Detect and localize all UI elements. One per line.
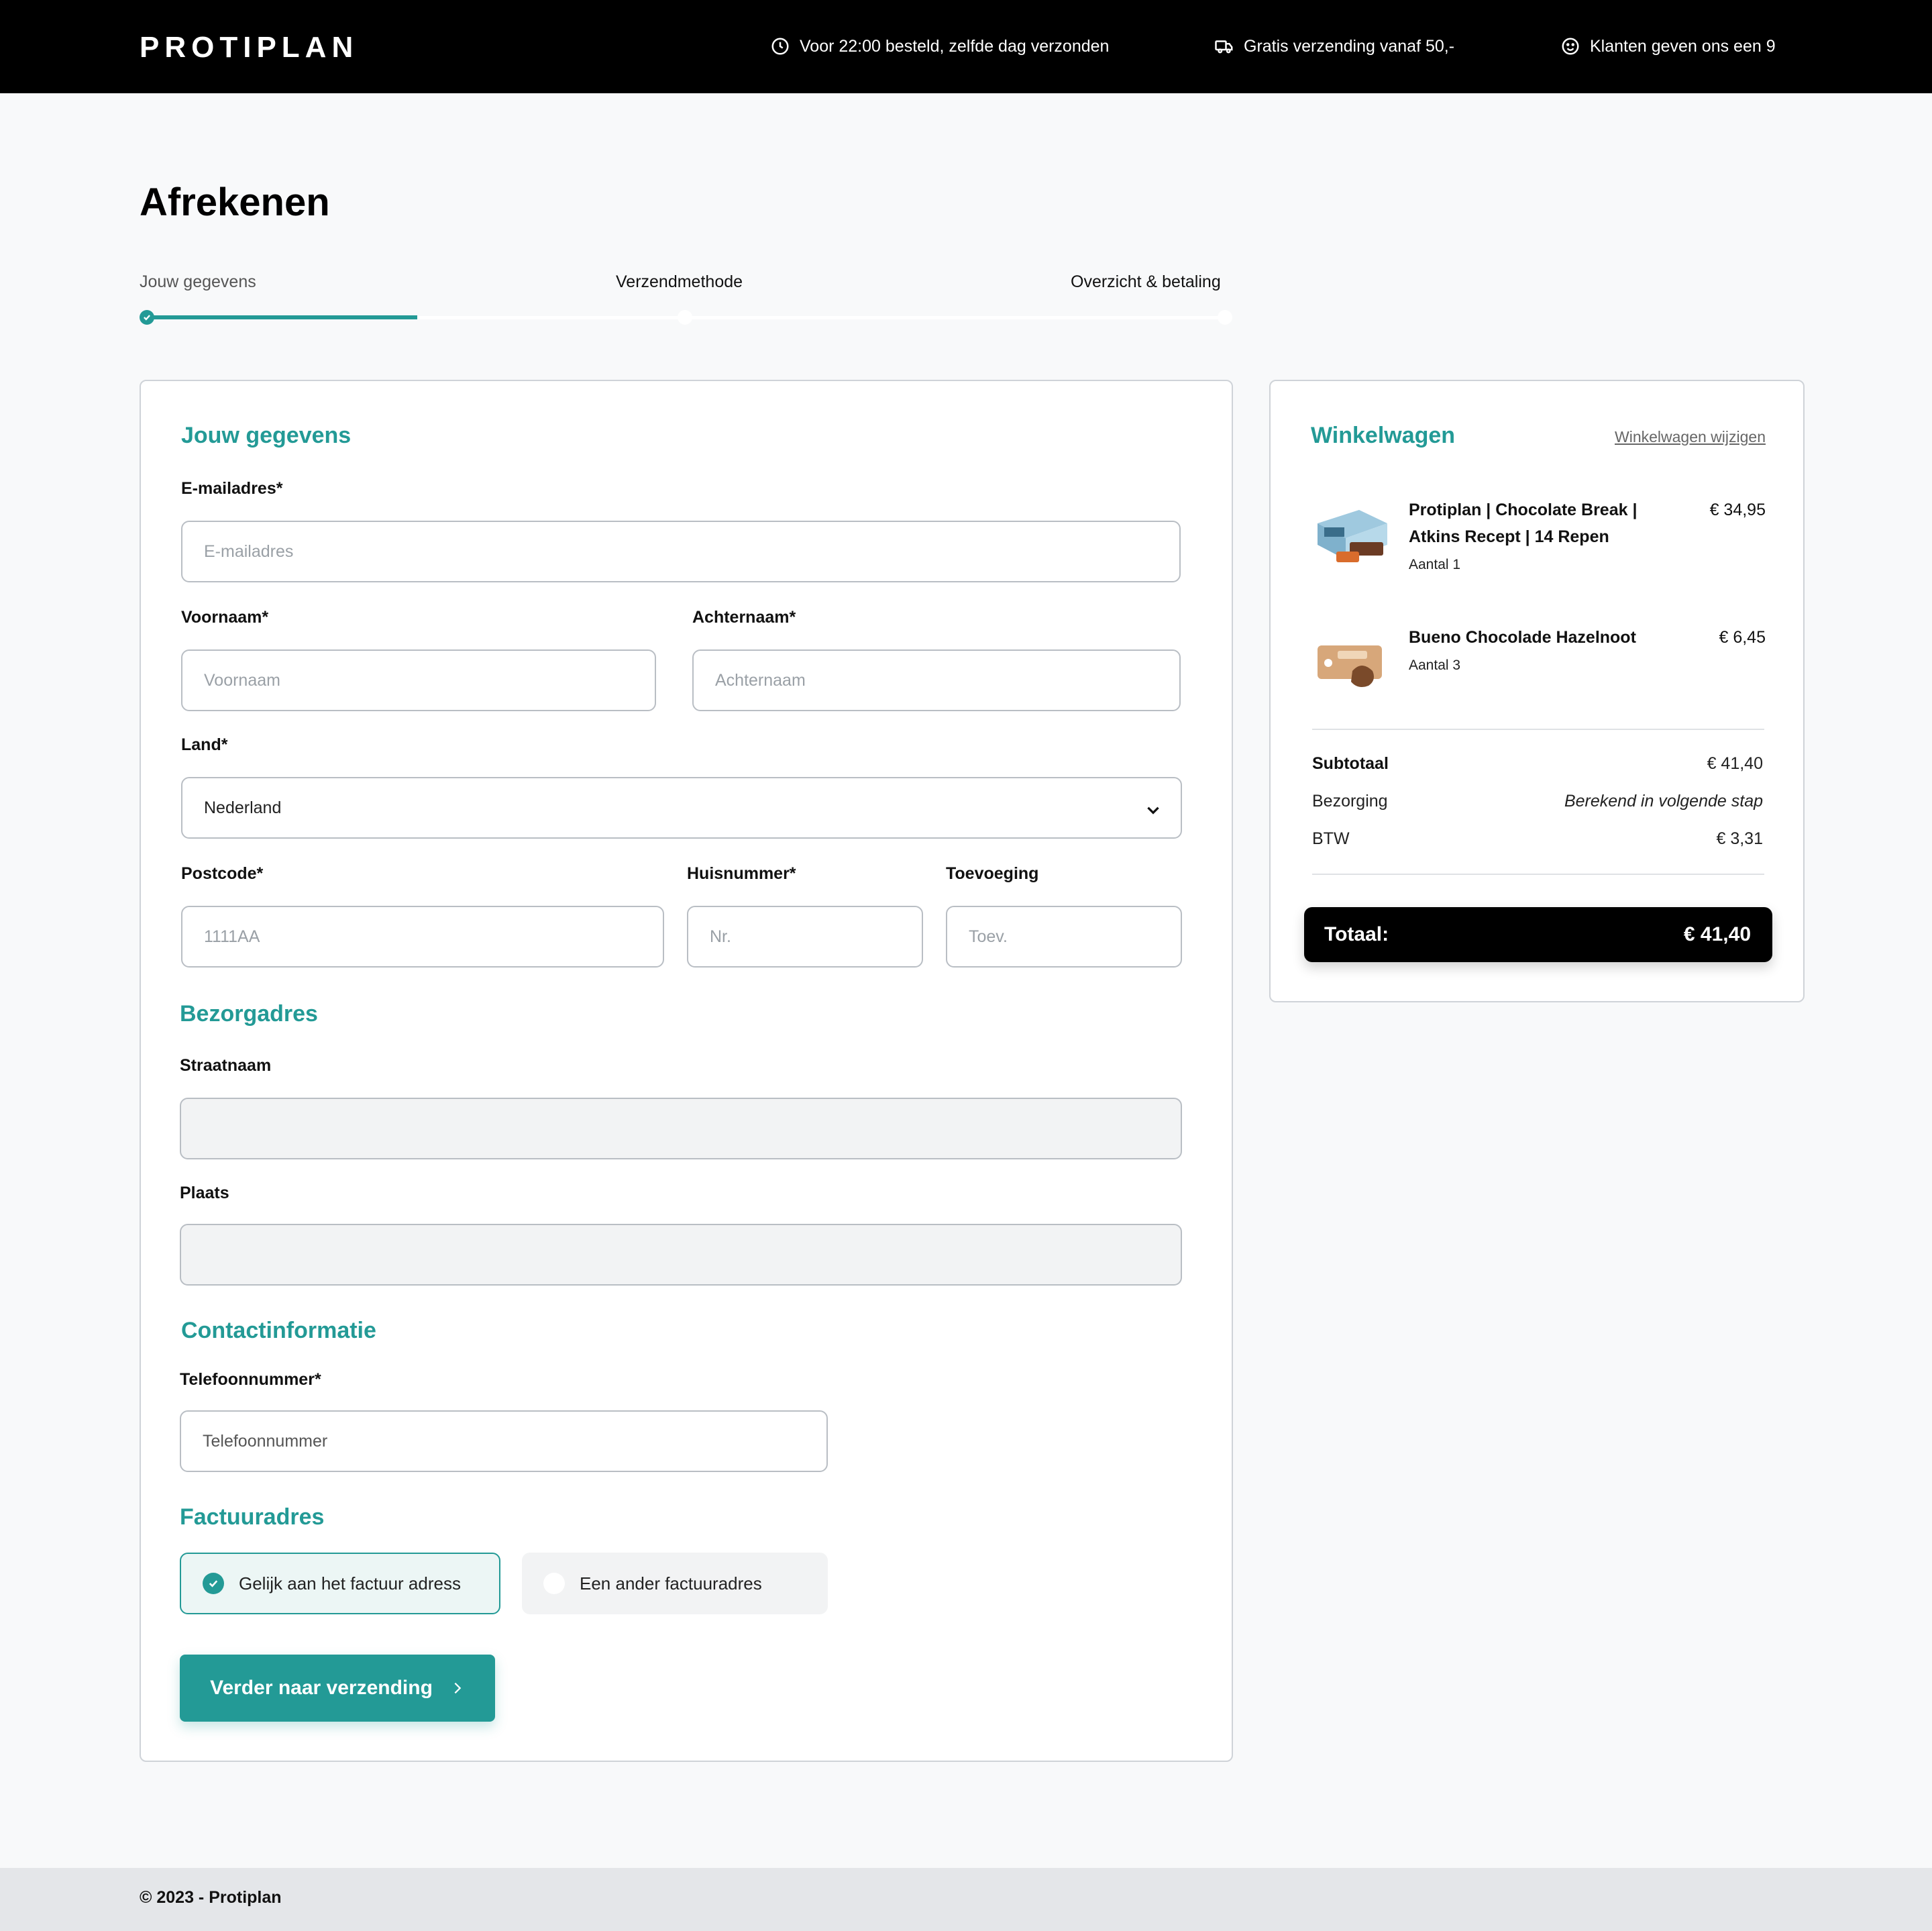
section-title-personal: Jouw gegevens bbox=[181, 423, 352, 448]
subtotal-label: Subtotaal bbox=[1312, 754, 1389, 773]
addition-label: Toevoeging bbox=[946, 864, 1039, 883]
usp-rating: Klanten geven ons een 9 bbox=[1560, 36, 1776, 56]
section-title-billing: Factuuradres bbox=[180, 1504, 325, 1530]
checkout-form-card: Jouw gegevens E-mailadres* E-mailadres V… bbox=[140, 380, 1233, 1762]
housenumber-field[interactable]: Nr. bbox=[687, 906, 923, 968]
addition-field[interactable]: Toev. bbox=[946, 906, 1182, 968]
clock-icon bbox=[771, 38, 789, 55]
email-field[interactable]: E-mailadres bbox=[181, 521, 1181, 582]
step-dot-pending bbox=[678, 310, 692, 325]
copyright-text: © 2023 - Protiplan bbox=[140, 1888, 282, 1907]
shipping-label: Bezorging bbox=[1312, 792, 1388, 811]
truck-icon bbox=[1215, 40, 1233, 54]
cart-item-name[interactable]: Bueno Chocolade Hazelnoot bbox=[1409, 624, 1650, 651]
usp-text: Voor 22:00 besteld, zelfde dag verzonden bbox=[800, 36, 1110, 56]
logo[interactable]: PROTIPLAN bbox=[140, 31, 358, 64]
vat-value: € 3,31 bbox=[1716, 829, 1763, 848]
billing-same-option[interactable]: Gelijk aan het factuur adress bbox=[180, 1553, 500, 1614]
street-label: Straatnaam bbox=[180, 1056, 272, 1075]
step-dot-done bbox=[140, 310, 154, 325]
smiley-icon bbox=[1562, 38, 1579, 55]
page-title: Afrekenen bbox=[140, 180, 330, 224]
firstname-label: Voornaam* bbox=[181, 608, 269, 627]
total-bar: Totaal: € 41,40 bbox=[1304, 907, 1772, 962]
check-icon bbox=[144, 315, 150, 321]
cart-item-price: € 34,95 bbox=[1709, 501, 1766, 519]
city-label: Plaats bbox=[180, 1184, 229, 1202]
city-field[interactable] bbox=[180, 1224, 1182, 1286]
step-dot-pending bbox=[1218, 310, 1232, 325]
cart-item-price: € 6,45 bbox=[1719, 628, 1766, 647]
product-image-chocolate-break bbox=[1318, 510, 1387, 562]
lastname-field[interactable]: Achternaam bbox=[692, 649, 1181, 711]
country-label: Land* bbox=[181, 735, 228, 754]
email-label: E-mailadres* bbox=[181, 479, 283, 498]
cart-item-name[interactable]: Protiplan | Chocolate Break | Atkins Rec… bbox=[1409, 497, 1650, 550]
cart-item-qty: Aantal 1 bbox=[1409, 557, 1461, 572]
lastname-label: Achternaam* bbox=[692, 608, 796, 627]
section-title-delivery: Bezorgadres bbox=[180, 1001, 318, 1027]
step-overview: Overzicht & betaling bbox=[1071, 272, 1221, 291]
step-progress-fill bbox=[146, 315, 417, 319]
billing-same-label: Gelijk aan het factuur adress bbox=[239, 1573, 461, 1594]
product-image-bueno bbox=[1318, 645, 1382, 687]
country-value: Nederland bbox=[204, 798, 282, 817]
cart-item-qty: Aantal 3 bbox=[1409, 658, 1461, 673]
usp-free-shipping: Gratis verzending vanaf 50,- bbox=[1214, 36, 1454, 56]
street-field[interactable] bbox=[180, 1098, 1182, 1159]
radio-checked-icon bbox=[203, 1573, 224, 1594]
total-label: Totaal: bbox=[1324, 923, 1389, 945]
usp-text: Klanten geven ons een 9 bbox=[1590, 36, 1776, 56]
continue-to-shipping-button[interactable]: Verder naar verzending bbox=[180, 1655, 495, 1722]
edit-cart-link[interactable]: Winkelwagen wijzigen bbox=[1615, 428, 1766, 446]
billing-other-label: Een ander factuuradres bbox=[580, 1573, 762, 1594]
top-bar: PROTIPLAN Voor 22:00 besteld, zelfde dag… bbox=[0, 0, 1932, 93]
postcode-field[interactable]: 1111AA bbox=[181, 906, 664, 968]
usp-text: Gratis verzending vanaf 50,- bbox=[1244, 36, 1455, 56]
vat-label: BTW bbox=[1312, 829, 1350, 848]
section-title-contact: Contactinformatie bbox=[181, 1318, 376, 1343]
phone-field[interactable]: Telefoonnummer bbox=[180, 1410, 828, 1472]
firstname-field[interactable]: Voornaam bbox=[181, 649, 656, 711]
usp-same-day: Voor 22:00 besteld, zelfde dag verzonden bbox=[770, 36, 1109, 56]
radio-unchecked-icon bbox=[543, 1573, 565, 1594]
billing-other-option[interactable]: Een ander factuuradres bbox=[522, 1553, 828, 1614]
continue-button-label: Verder naar verzending bbox=[210, 1677, 433, 1699]
step-personal[interactable]: Jouw gegevens bbox=[140, 272, 256, 292]
cart-title: Winkelwagen bbox=[1311, 423, 1456, 448]
postcode-label: Postcode* bbox=[181, 864, 264, 883]
cart-divider bbox=[1312, 729, 1764, 730]
phone-label: Telefoonnummer* bbox=[180, 1370, 321, 1389]
cart-divider bbox=[1312, 874, 1764, 875]
step-shipping: Verzendmethode bbox=[616, 272, 743, 291]
chevron-right-icon bbox=[454, 1682, 462, 1694]
chevron-down-icon bbox=[1147, 806, 1159, 815]
country-select[interactable]: Nederland bbox=[181, 777, 1182, 839]
footer: © 2023 - Protiplan bbox=[0, 1868, 1932, 1931]
housenumber-label: Huisnummer* bbox=[687, 864, 796, 883]
total-value: € 41,40 bbox=[1683, 923, 1751, 945]
shipping-value: Berekend in volgende stap bbox=[1564, 792, 1763, 811]
cart-card: Winkelwagen Winkelwagen wijzigen Protipl… bbox=[1269, 380, 1805, 1002]
subtotal-value: € 41,40 bbox=[1707, 754, 1763, 773]
